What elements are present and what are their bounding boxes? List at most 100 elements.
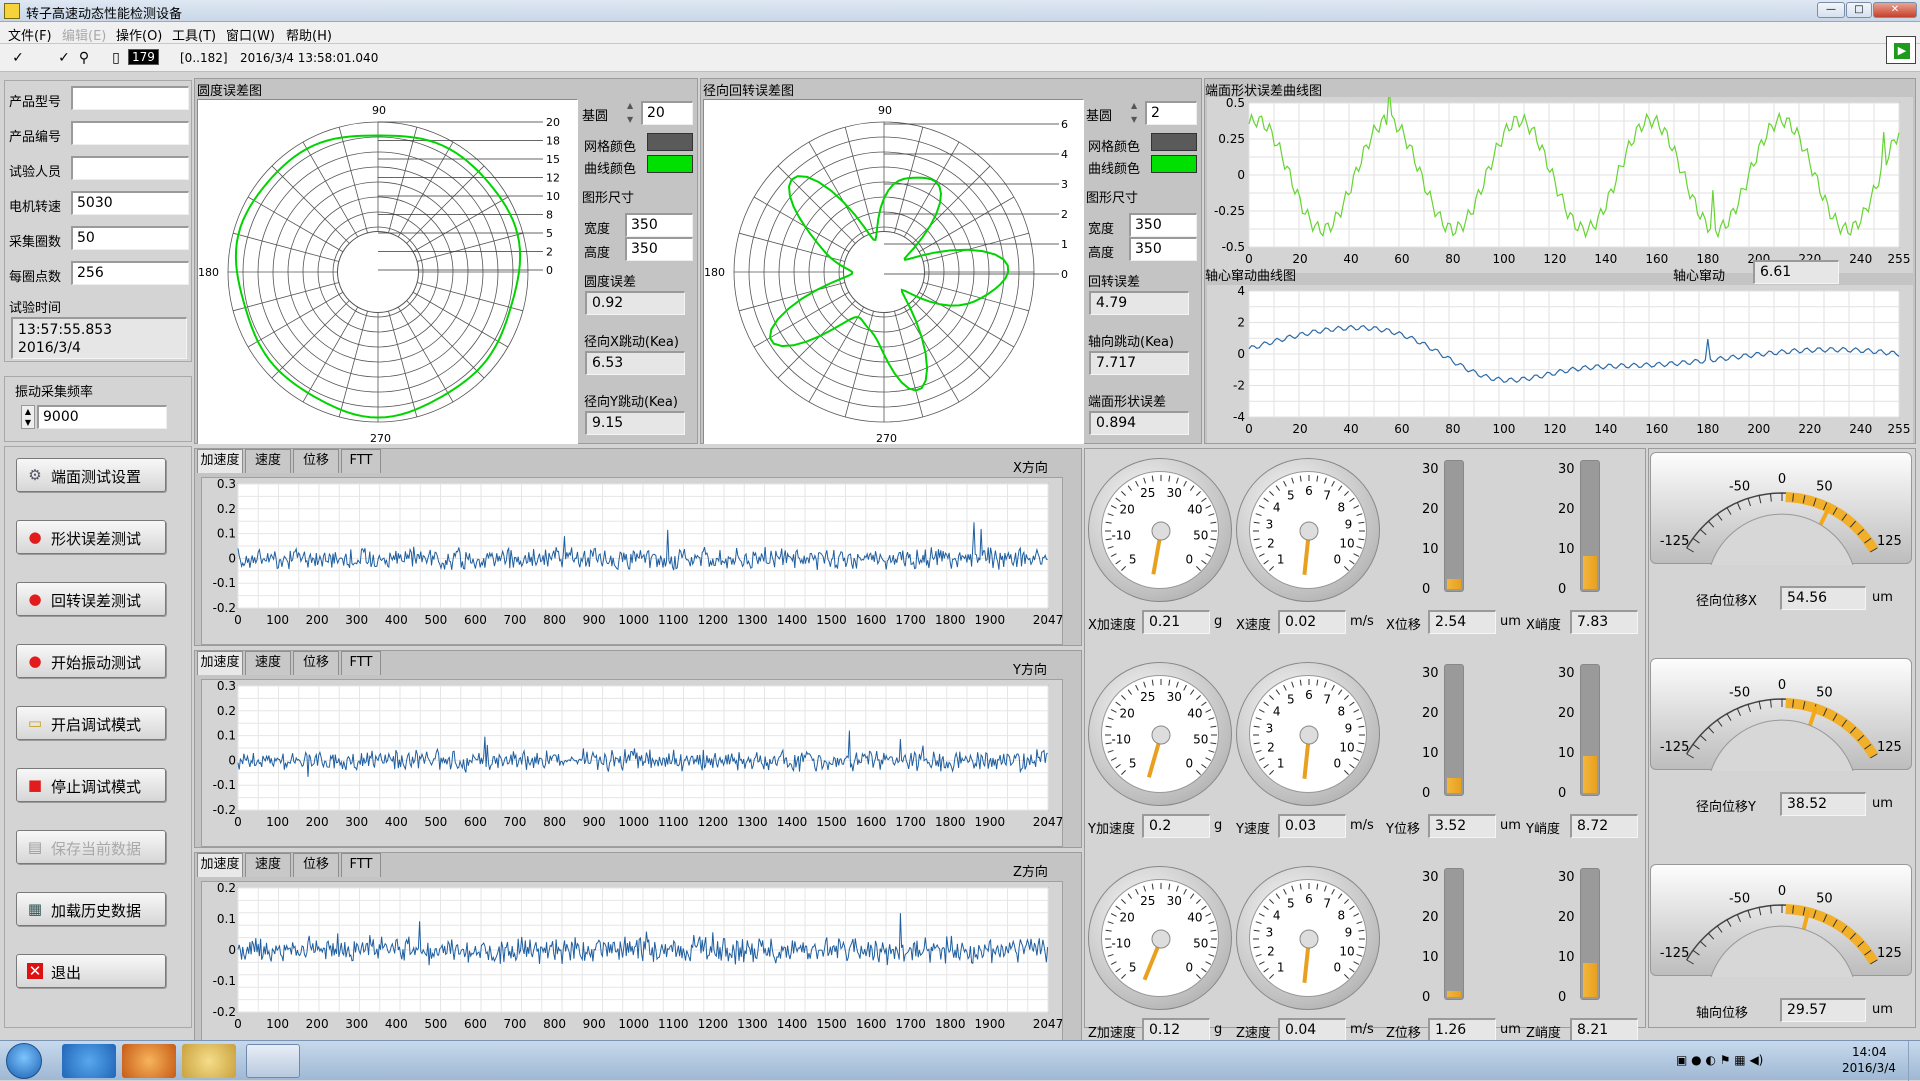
gauge-tick [1210, 946, 1217, 949]
gauge-tick [1110, 913, 1117, 917]
control-button[interactable]: ● 开始振动测试 [16, 644, 166, 678]
motor-speed-field[interactable]: 5030 [71, 191, 189, 215]
tab-ftt[interactable]: FTT [341, 853, 381, 877]
gauge-tick [1356, 953, 1363, 957]
gauge-tick [1263, 701, 1269, 707]
ie-icon[interactable] [62, 1044, 116, 1078]
kurt-label: Y峭度 [1526, 822, 1560, 837]
gauge-tick [1291, 681, 1295, 688]
gauge-tick-label: 0 [1333, 756, 1341, 770]
curve-color-swatch[interactable] [647, 155, 693, 173]
tab-displacement[interactable]: 位移 [293, 853, 339, 877]
height-field[interactable]: 350 [1129, 237, 1197, 261]
product-model-field[interactable] [71, 86, 189, 110]
rotation-base-field[interactable]: 2 [1145, 101, 1197, 125]
probe-icon[interactable]: ⚲ [74, 49, 94, 67]
rotation-base-spinner[interactable]: ▲ ▼ [1131, 99, 1143, 127]
product-model-label: 产品型号 [9, 95, 62, 110]
disp-unit: um [1500, 1022, 1521, 1037]
grid-color-swatch[interactable] [647, 133, 693, 151]
tab-velocity[interactable]: 速度 [245, 651, 291, 675]
gauge-tick [1201, 905, 1207, 911]
tab-velocity[interactable]: 速度 [245, 449, 291, 473]
control-button[interactable]: ■ 停止调试模式 [16, 768, 166, 802]
gauge-tick [1151, 679, 1154, 686]
roundness-base-spinner[interactable]: ▲ ▼ [627, 99, 639, 127]
tab-displacement[interactable]: 位移 [293, 651, 339, 675]
height-field[interactable]: 350 [625, 237, 693, 261]
tab-acceleration[interactable]: 加速度 [197, 651, 243, 675]
clock-time[interactable]: 14:04 [1852, 1045, 1887, 1059]
acc-label: X加速度 [1088, 618, 1136, 633]
folder-icon: ▦ [27, 900, 43, 918]
media-player-icon[interactable] [122, 1044, 176, 1078]
vib-freq-field[interactable]: 9000 [37, 405, 167, 429]
menu-operate[interactable]: 操作(O) [116, 25, 162, 44]
minimize-button[interactable]: — [1817, 2, 1845, 18]
width-field[interactable]: 350 [1129, 213, 1197, 237]
roundness-base-field[interactable]: 20 [641, 101, 693, 125]
control-button[interactable]: ⚙ 端面测试设置 [16, 458, 166, 492]
angle-label-bottom: 270 [370, 432, 391, 444]
control-button[interactable]: ● 形状误差测试 [16, 520, 166, 554]
control-button[interactable]: ▤ 保存当前数据 [16, 830, 166, 864]
tab-acceleration[interactable]: 加速度 [197, 853, 243, 877]
tray-icons[interactable]: ▣ ● ◐ ⚑ ▦ ◀) [1676, 1053, 1763, 1067]
curve-color-swatch[interactable] [1151, 155, 1197, 173]
menu-help[interactable]: 帮助(H) [286, 25, 332, 44]
tank-tick-label: 10 [1422, 746, 1439, 761]
gauge-tick [1358, 521, 1365, 524]
folder-icon[interactable] [182, 1044, 236, 1078]
index-display[interactable]: 179 [128, 49, 159, 65]
tab-acceleration[interactable]: 加速度 [197, 449, 243, 473]
control-button[interactable]: ● 回转误差测试 [16, 582, 166, 616]
product-no-field[interactable] [71, 121, 189, 145]
gauge-tick [1210, 929, 1217, 932]
menu-window[interactable]: 窗口(W) [226, 25, 275, 44]
run-button[interactable]: ▶ [1886, 36, 1916, 64]
control-button[interactable]: ✕ 退出 [16, 954, 166, 988]
points-field[interactable]: 256 [71, 261, 189, 285]
grid-color-swatch[interactable] [1151, 133, 1197, 151]
gauge-svg: 12 3 45 6 78 9 10 0 [1253, 679, 1365, 779]
gauge-tick [1151, 883, 1154, 890]
clock-date[interactable]: 2016/3/4 [1842, 1061, 1896, 1075]
menu-tools[interactable]: 工具(T) [172, 25, 216, 44]
gauge-tick [1331, 684, 1335, 691]
gauge-tick [1196, 974, 1201, 979]
gauge-tick [1269, 566, 1274, 571]
tab-ftt[interactable]: FTT [341, 449, 381, 473]
check-icon[interactable]: ✓ [54, 49, 74, 67]
gauge-tick [1115, 763, 1121, 769]
control-button[interactable]: ▦ 加载历史数据 [16, 892, 166, 926]
test-time-value: 13:57:55.853 [18, 322, 113, 338]
height-label: 高度 [1088, 246, 1115, 261]
rotation-base-label: 基圆 [1086, 109, 1113, 124]
gauge-tick [1353, 913, 1360, 917]
show-desktop-button[interactable] [1908, 1041, 1920, 1081]
tab-ftt[interactable]: FTT [341, 651, 381, 675]
width-field[interactable]: 350 [625, 213, 693, 237]
check-icon[interactable]: ✓ [8, 49, 28, 67]
tank-tick-label: 30 [1558, 462, 1575, 477]
start-button[interactable] [6, 1043, 42, 1079]
menu-file[interactable]: 文件(F) [8, 25, 52, 44]
x-tick-label: 180 [1696, 252, 1719, 266]
gauge-tick [1196, 695, 1201, 700]
tab-velocity[interactable]: 速度 [245, 853, 291, 877]
gauge-tick [1107, 921, 1114, 925]
device-icon[interactable]: ▯ [106, 49, 126, 67]
labview-app-icon[interactable] [246, 1044, 300, 1078]
roundness-title: 圆度误差图 [197, 84, 263, 99]
gauge-tick [1121, 566, 1126, 571]
close-button[interactable]: ✕ [1873, 2, 1917, 18]
circles-field[interactable]: 50 [71, 226, 189, 250]
maximize-button[interactable]: □ [1846, 2, 1872, 18]
tab-displacement[interactable]: 位移 [293, 449, 339, 473]
gauge-tick [1107, 513, 1114, 517]
vib-freq-spinner[interactable]: ▲ ▼ [21, 405, 35, 429]
control-button[interactable]: ▭ 开启调试模式 [16, 706, 166, 740]
x-tick-label: 1600 [856, 613, 887, 627]
menu-edit[interactable]: 编辑(E) [62, 25, 106, 44]
tester-field[interactable] [71, 156, 189, 180]
